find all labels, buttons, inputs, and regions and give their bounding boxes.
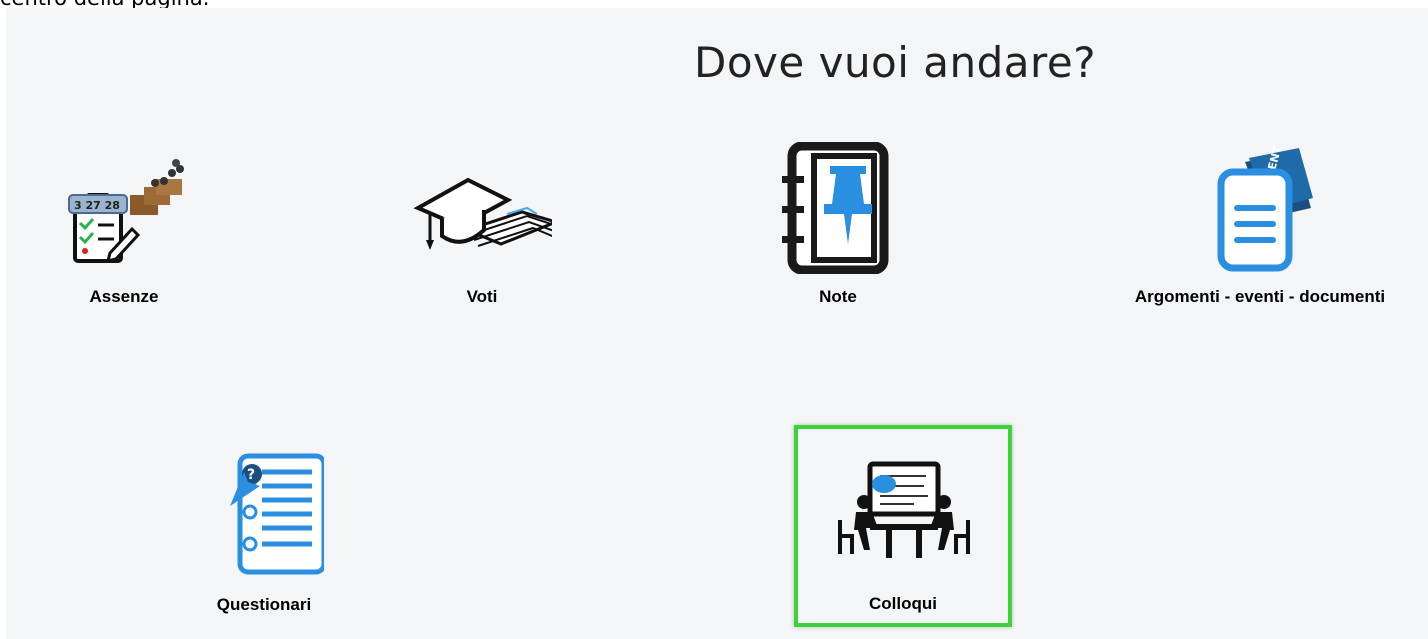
tile-assenze[interactable]: 3 27 28 Assenze xyxy=(44,150,204,315)
top-caption-fragment: centro della pagina. xyxy=(0,0,209,10)
attendance-calendar-icon: 3 27 28 xyxy=(68,159,184,264)
page-title: Dove vuoi andare? xyxy=(694,38,1097,87)
tile-label: Note xyxy=(819,287,857,306)
tile-label: Voti xyxy=(466,287,498,306)
tile-note[interactable]: Note xyxy=(758,140,918,315)
questionnaire-list-icon: ? xyxy=(230,453,324,575)
tile-label: Assenze xyxy=(89,287,159,306)
tile-voti[interactable]: Voti xyxy=(402,150,562,315)
tile-colloqui[interactable]: Colloqui xyxy=(798,440,1008,620)
meeting-whiteboard-icon xyxy=(838,461,970,558)
notebook-pin-icon xyxy=(782,142,889,274)
tile-questionari[interactable]: ? Questionari xyxy=(184,448,344,618)
tile-argomenti-eventi-documenti[interactable]: EVENT Argomenti - eventi - documenti xyxy=(1110,140,1410,315)
document-event-ticket-icon: EVENT xyxy=(1217,144,1313,272)
tile-label: Argomenti - eventi - documenti xyxy=(1134,287,1386,306)
svg-text:?: ? xyxy=(247,467,255,483)
graduation-cap-icon xyxy=(413,177,552,250)
svg-text:3 27 28: 3 27 28 xyxy=(74,199,120,212)
tile-label: Questionari xyxy=(216,595,312,614)
tile-label: Colloqui xyxy=(869,594,937,613)
